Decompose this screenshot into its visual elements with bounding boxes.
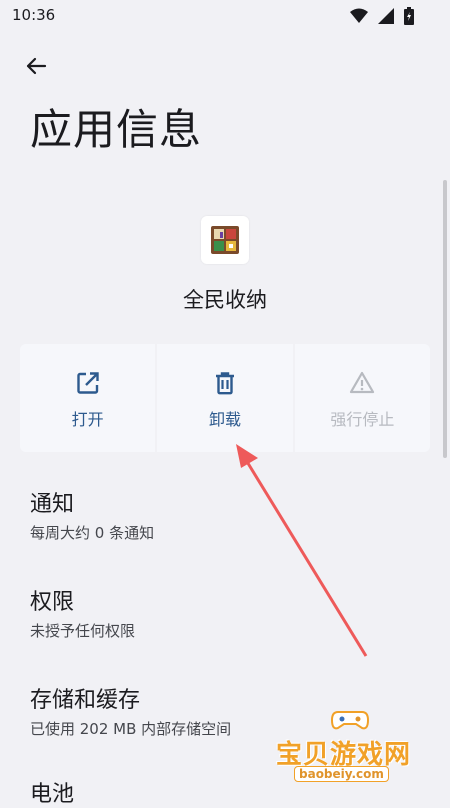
setting-title: 权限 — [30, 590, 75, 615]
trash-icon — [215, 372, 234, 395]
signal-icon — [378, 8, 394, 24]
force-stop-button[interactable]: 强行停止 — [294, 344, 430, 452]
force-stop-label: 强行停止 — [330, 410, 395, 429]
uninstall-label: 卸载 — [208, 410, 241, 429]
arrow-left-icon — [26, 57, 47, 75]
setting-subtitle: 未授予任何权限 — [30, 622, 136, 640]
storage-cabinet-icon — [211, 226, 239, 254]
setting-title: 存储和缓存 — [30, 688, 141, 713]
setting-title: 电池 — [30, 782, 75, 807]
status-time: 10:36 — [12, 6, 56, 24]
setting-storage[interactable]: 存储和缓存 已使用 202 MB 内部存储空间 — [30, 682, 231, 739]
gamepad-icon — [330, 711, 370, 730]
watermark: 宝贝游戏网 baobeiy.com — [270, 706, 440, 786]
app-icon — [201, 216, 249, 264]
watermark-url: baobeiy.com — [294, 766, 389, 782]
status-bar: 10:36 — [0, 0, 450, 32]
open-external-icon — [76, 372, 99, 394]
setting-permissions[interactable]: 权限 未授予任何权限 — [30, 584, 135, 641]
setting-subtitle: 每周大约 0 条通知 — [30, 524, 155, 542]
uninstall-button[interactable]: 卸载 — [157, 344, 293, 452]
setting-battery[interactable]: 电池 — [30, 776, 74, 808]
open-button[interactable]: 打开 — [20, 344, 156, 452]
wifi-icon — [350, 8, 368, 23]
action-row: 打开 卸载 强行停止 — [20, 344, 430, 452]
back-button[interactable] — [20, 50, 52, 82]
setting-subtitle: 已使用 202 MB 内部存储空间 — [30, 720, 232, 738]
status-icons — [350, 7, 414, 25]
open-label: 打开 — [71, 410, 104, 429]
setting-notifications[interactable]: 通知 每周大约 0 条通知 — [30, 486, 154, 543]
warning-icon — [350, 371, 375, 394]
scrollbar[interactable] — [443, 180, 447, 458]
page-title: 应用信息 — [30, 105, 203, 154]
setting-title: 通知 — [30, 492, 75, 517]
battery-icon — [404, 7, 414, 25]
app-name: 全民收纳 — [183, 288, 267, 312]
